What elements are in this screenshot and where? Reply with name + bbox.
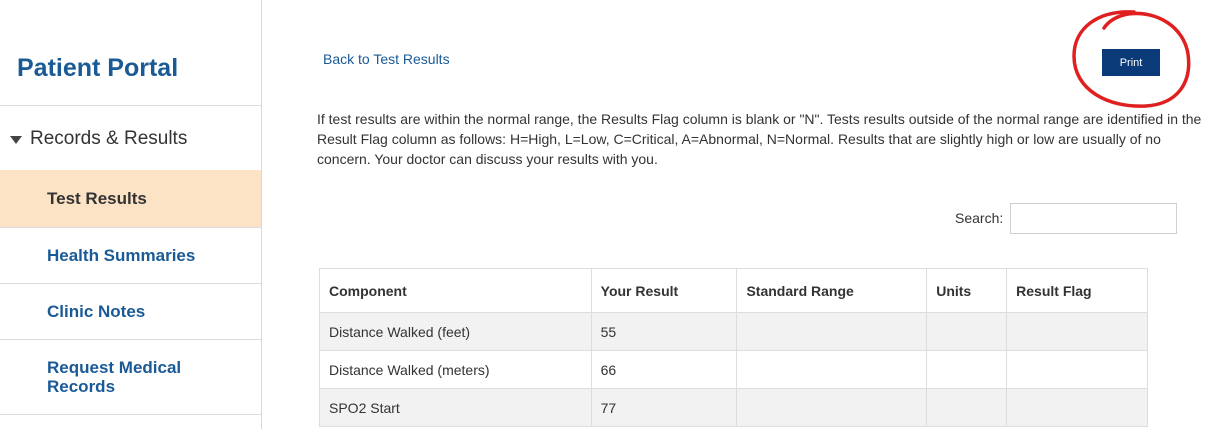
back-to-test-results-link[interactable]: Back to Test Results: [323, 51, 450, 67]
cell-result-flag: [1006, 312, 1148, 351]
caret-down-icon: [10, 136, 22, 144]
main-content: Back to Test Results Print If test resul…: [317, 0, 1201, 429]
sidebar-item-clinic-notes[interactable]: Clinic Notes: [0, 284, 261, 339]
sidebar: Patient Portal Records & Results Test Re…: [0, 0, 262, 429]
column-header-standard-range[interactable]: Standard Range: [736, 268, 928, 313]
sidebar-divider: [0, 414, 261, 415]
table-row: Distance Walked (meters) 66: [319, 350, 1148, 389]
cell-standard-range: [736, 350, 928, 389]
sidebar-item-label: Test Results: [47, 188, 147, 208]
cell-your-result: 55: [590, 312, 738, 351]
cell-component: Distance Walked (feet): [319, 312, 592, 351]
cell-your-result: 77: [590, 388, 738, 427]
cell-units: [926, 350, 1008, 389]
cell-units: [926, 388, 1008, 427]
column-header-your-result[interactable]: Your Result: [590, 268, 738, 313]
cell-component: SPO2 Start: [319, 388, 592, 427]
cell-units: [926, 312, 1008, 351]
sidebar-item-test-results[interactable]: Test Results: [0, 170, 261, 227]
portal-title: Patient Portal: [17, 54, 179, 82]
table-row: SPO2 Start 77: [319, 388, 1148, 427]
search-label: Search:: [955, 210, 1004, 226]
table-row: Distance Walked (feet) 55: [319, 312, 1148, 351]
sidebar-divider: [0, 105, 261, 106]
sidebar-item-label: Clinic Notes: [47, 301, 146, 321]
search-input[interactable]: [1010, 203, 1177, 234]
table-header-row: Component Your Result Standard Range Uni…: [319, 268, 1148, 313]
results-intro-text: If test results are within the normal ra…: [317, 111, 1202, 167]
results-table: Component Your Result Standard Range Uni…: [319, 268, 1148, 427]
records-results-section[interactable]: Records & Results: [10, 128, 187, 150]
sidebar-item-label: Request Medical Records: [47, 358, 182, 396]
cell-your-result: 66: [590, 350, 738, 389]
column-header-units[interactable]: Units: [926, 268, 1008, 313]
cell-component: Distance Walked (meters): [319, 350, 592, 389]
cell-standard-range: [736, 312, 928, 351]
sidebar-item-health-summaries[interactable]: Health Summaries: [0, 228, 261, 283]
column-header-component[interactable]: Component: [319, 268, 592, 313]
sidebar-item-request-medical-records[interactable]: Request Medical Records: [0, 340, 261, 414]
cell-result-flag: [1006, 388, 1148, 427]
section-label: Records & Results: [30, 128, 188, 149]
sidebar-item-label: Health Summaries: [47, 245, 196, 265]
print-button[interactable]: Print: [1102, 49, 1160, 76]
column-header-result-flag[interactable]: Result Flag: [1006, 268, 1148, 313]
cell-result-flag: [1006, 350, 1148, 389]
cell-standard-range: [736, 388, 928, 427]
